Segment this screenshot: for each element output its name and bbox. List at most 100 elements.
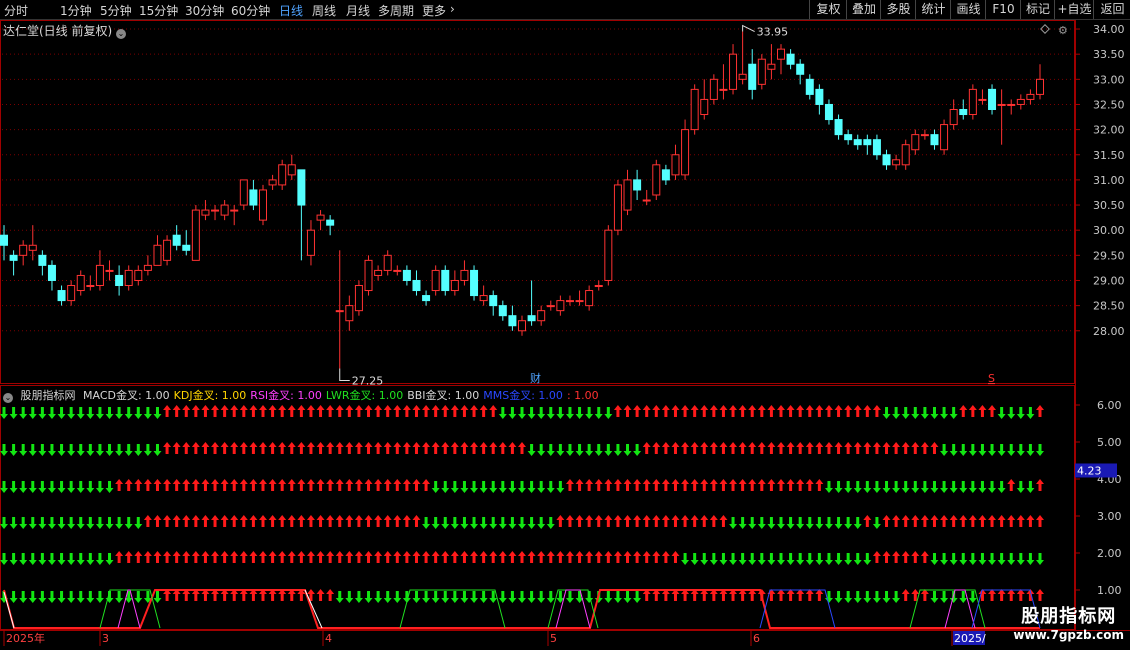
signal-arrow-KDJ-71	[681, 442, 690, 454]
signal-arrow-LWR-68	[652, 515, 661, 527]
signal-arrow-MACD-34	[326, 405, 335, 417]
signal-arrow-MACD-3	[28, 407, 37, 419]
signal-arrow-KDJ-95	[911, 442, 920, 454]
candle-body-63	[604, 229, 613, 281]
candle-body-7	[67, 285, 76, 302]
signal-arrow-BBI-26	[249, 551, 258, 563]
signal-arrow-KDJ-28	[268, 442, 277, 454]
signal-arrow-KDJ-77	[738, 442, 747, 454]
signal-arrow-MACD-50	[479, 405, 488, 417]
signal-arrow-MACD-84	[805, 405, 814, 417]
signal-arrow-MMS-63	[604, 591, 613, 603]
signal-arrow-LWR-0	[0, 517, 8, 529]
candle-body-108	[1036, 78, 1044, 95]
signal-arrow-BBI-24	[230, 551, 239, 563]
candle-body-98	[940, 124, 949, 151]
signal-arrow-RSI-83	[796, 479, 805, 491]
signal-arrow-LWR-23	[220, 515, 229, 527]
candle-body-61	[585, 290, 594, 307]
signal-arrow-BBI-21	[201, 551, 210, 563]
signal-arrow-MMS-105	[1007, 589, 1016, 601]
signal-arrow-MMS-93	[892, 591, 901, 603]
chevron-down-icon[interactable]: ⌄	[3, 393, 13, 403]
chevron-down-icon[interactable]: ⌄	[116, 29, 127, 39]
signal-arrow-KDJ-58	[556, 444, 565, 456]
signal-arrow-MMS-84	[805, 589, 814, 601]
signal-arrow-RSI-82	[786, 479, 795, 491]
signal-arrow-MACD-102	[978, 405, 987, 417]
candle-body-36	[345, 305, 354, 322]
signal-arrow-LWR-85	[815, 517, 824, 529]
signal-arrow-KDJ-63	[604, 444, 613, 456]
candle-body-15	[143, 264, 152, 271]
signal-arrow-MACD-94	[901, 407, 910, 419]
candle-body-75	[719, 88, 728, 91]
candle-body-23	[220, 204, 229, 216]
signal-arrow-MACD-58	[556, 407, 565, 419]
candle-body-49	[470, 269, 479, 297]
signal-arrow-RSI-4	[38, 481, 47, 493]
signal-arrow-RSI-102	[978, 481, 987, 493]
signal-arrow-KDJ-66	[633, 444, 642, 456]
low-marker-arrow	[339, 368, 350, 381]
indicator-item-1: KDJ金叉: 1.00	[173, 389, 247, 402]
candle-body-30	[287, 164, 296, 176]
signal-arrow-BBI-86	[824, 553, 833, 565]
date-axis-label-0: 2025年	[6, 631, 45, 645]
signal-arrow-MACD-73	[700, 405, 709, 417]
signal-arrow-MACD-103	[988, 405, 997, 417]
signal-arrow-BBI-60	[575, 551, 584, 563]
signal-arrow-BBI-81	[777, 553, 785, 565]
signal-arrow-RSI-48	[460, 481, 469, 493]
signal-arrow-LWR-26	[249, 515, 258, 527]
signal-arrow-KDJ-34	[326, 442, 335, 454]
candle-body-60	[575, 300, 584, 303]
signal-arrow-RSI-0	[0, 481, 8, 493]
candle-body-57	[546, 305, 555, 308]
signal-arrow-RSI-89	[853, 481, 862, 493]
signal-arrow-LWR-65	[623, 515, 632, 527]
signal-arrow-RSI-66	[633, 479, 642, 491]
signal-arrow-BBI-23	[220, 551, 229, 563]
candle-body-28	[268, 179, 277, 186]
signal-arrow-KDJ-46	[441, 442, 450, 454]
signal-arrow-KDJ-76	[729, 442, 738, 454]
signal-arrow-BBI-98	[940, 553, 949, 565]
signal-arrow-RSI-12	[115, 479, 124, 491]
signal-arrow-LWR-11	[105, 517, 114, 529]
signal-arrow-BBI-68	[652, 551, 661, 563]
signal-arrow-BBI-57	[546, 551, 555, 563]
signal-arrow-MMS-94	[901, 589, 910, 601]
signal-arrow-MACD-21	[201, 405, 210, 417]
indicator-axis-label-1: 5.00	[1097, 436, 1122, 449]
signal-arrow-RSI-72	[690, 479, 699, 491]
signal-arrow-MMS-95	[911, 589, 920, 601]
main-chart[interactable]: 34.0033.5033.0032.5032.0031.5031.0030.50…	[0, 0, 1130, 650]
signal-arrow-LWR-52	[498, 517, 507, 529]
candle-body-8	[76, 274, 85, 292]
indicator-item-6: : 1.00	[566, 389, 599, 402]
signal-arrow-RSI-10	[95, 481, 104, 493]
signal-arrow-RSI-37	[354, 479, 363, 491]
candle-body-73	[700, 98, 709, 116]
signal-arrow-RSI-80	[767, 479, 776, 491]
indicator-name[interactable]: 股朋指标网	[21, 389, 76, 402]
signal-arrow-BBI-89	[853, 553, 862, 565]
signal-arrow-RSI-30	[287, 479, 296, 491]
signal-arrow-KDJ-17	[163, 442, 172, 454]
candle-body-13	[124, 269, 133, 287]
signal-arrow-BBI-34	[326, 551, 335, 563]
candle-body-0	[0, 234, 8, 246]
signal-arrow-MACD-90	[863, 405, 872, 417]
signal-arrow-BBI-103	[988, 553, 997, 565]
signal-arrow-BBI-53	[508, 551, 517, 563]
candle-body-72	[690, 88, 699, 131]
signal-arrow-MACD-105	[1007, 407, 1016, 419]
candle-body-12	[115, 274, 124, 287]
signal-arrow-KDJ-65	[623, 444, 632, 456]
signal-arrow-MMS-9	[86, 591, 95, 603]
signal-arrow-MMS-43	[412, 591, 421, 603]
signal-arrow-BBI-63	[604, 551, 613, 563]
indicator-item-5: MMS金叉: 1.00	[483, 389, 563, 402]
stock-title[interactable]: 达仁堂(日线 前复权) ⌄	[3, 22, 127, 39]
